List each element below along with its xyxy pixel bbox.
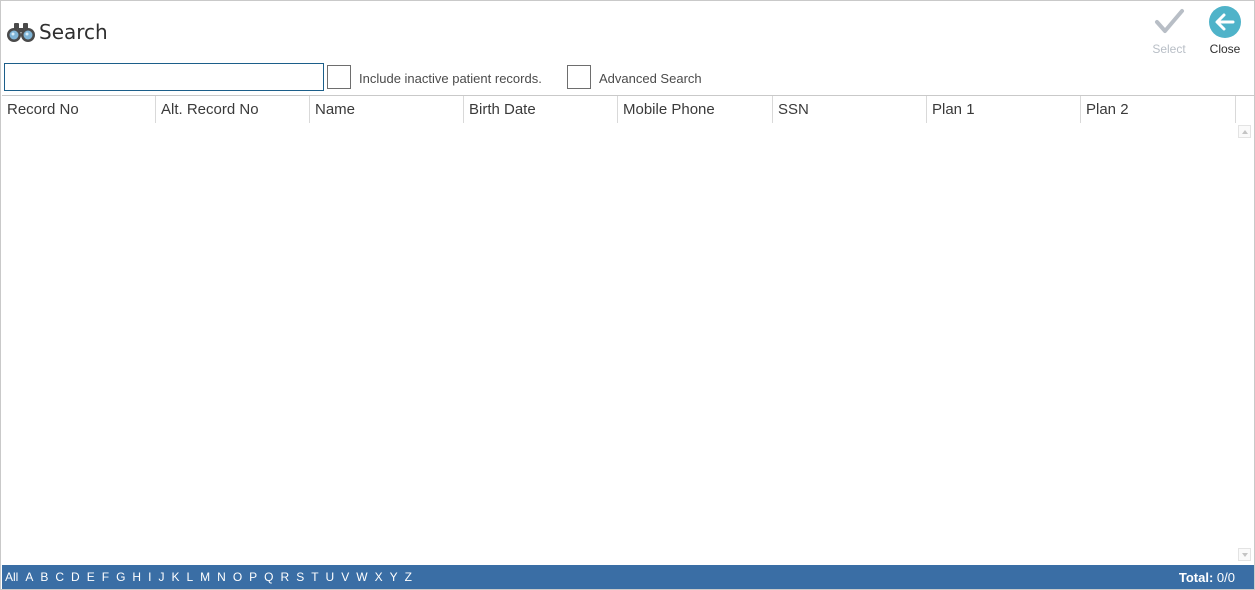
total-value: 0/0 [1216,570,1235,585]
column-header-record-no[interactable]: Record No [2,96,156,123]
column-header-birth-date[interactable]: Birth Date [464,96,618,123]
letter-filter-f[interactable]: F [102,570,109,584]
letter-filter-c[interactable]: C [55,570,64,584]
letter-filter-i[interactable]: I [148,570,151,584]
advanced-search-label: Advanced Search [599,71,702,86]
letter-filter-all[interactable]: All [5,570,18,584]
page-title: Search [6,20,108,44]
column-header-name[interactable]: Name [310,96,464,123]
letter-filter-b[interactable]: B [40,570,48,584]
column-header-alt-record-no[interactable]: Alt. Record No [156,96,310,123]
select-button[interactable]: Select [1145,6,1193,56]
letter-filter-v[interactable]: V [341,570,349,584]
total-label: Total: [1178,570,1214,585]
letter-filter-t[interactable]: T [311,570,318,584]
letter-filter-u[interactable]: U [326,570,335,584]
include-inactive-label: Include inactive patient records. [359,71,542,86]
advanced-search-checkbox[interactable] [567,65,591,89]
alphabet-filter: All A B C D E F G H I J K L M N O P Q R … [5,570,419,584]
column-header-plan-1[interactable]: Plan 1 [927,96,1081,123]
include-inactive-checkbox[interactable] [327,65,351,89]
column-header-spacer [1236,96,1254,123]
letter-filter-x[interactable]: X [375,570,383,584]
vertical-scrollbar[interactable] [1238,125,1252,561]
results-table-body [2,123,1254,563]
letter-filter-o[interactable]: O [233,570,242,584]
letter-filter-d[interactable]: D [71,570,80,584]
column-header-plan-2[interactable]: Plan 2 [1081,96,1236,123]
close-button[interactable]: Close [1201,6,1249,56]
back-arrow-icon [1209,6,1241,38]
letter-filter-r[interactable]: R [281,570,290,584]
letter-filter-e[interactable]: E [87,570,95,584]
letter-filter-w[interactable]: W [356,570,367,584]
letter-filter-h[interactable]: H [132,570,141,584]
scroll-down-button[interactable] [1238,548,1251,561]
select-button-label: Select [1152,42,1186,56]
search-input[interactable] [4,63,324,91]
results-table-header: Record No Alt. Record No Name Birth Date… [2,95,1254,124]
letter-filter-q[interactable]: Q [264,570,273,584]
column-header-mobile-phone[interactable]: Mobile Phone [618,96,773,123]
letter-filter-m[interactable]: M [200,570,210,584]
letter-filter-s[interactable]: S [296,570,304,584]
binoculars-icon [7,23,35,42]
letter-filter-y[interactable]: Y [390,570,398,584]
page-title-text: Search [39,20,108,44]
letter-filter-l[interactable]: L [186,570,193,584]
search-window: Search Select Close Include inactive pat… [0,0,1255,590]
letter-filter-g[interactable]: G [116,570,125,584]
alphabet-filter-bar: All A B C D E F G H I J K L M N O P Q R … [2,565,1254,589]
total-count: Total: 0/0 [1179,570,1235,585]
scroll-up-button[interactable] [1238,125,1251,138]
letter-filter-a[interactable]: A [25,570,33,584]
letter-filter-z[interactable]: Z [405,570,412,584]
letter-filter-j[interactable]: J [158,570,164,584]
checkmark-icon [1155,9,1184,33]
letter-filter-n[interactable]: N [217,570,226,584]
close-button-label: Close [1209,42,1241,56]
letter-filter-k[interactable]: K [171,570,179,584]
letter-filter-p[interactable]: P [249,570,257,584]
column-header-ssn[interactable]: SSN [773,96,927,123]
